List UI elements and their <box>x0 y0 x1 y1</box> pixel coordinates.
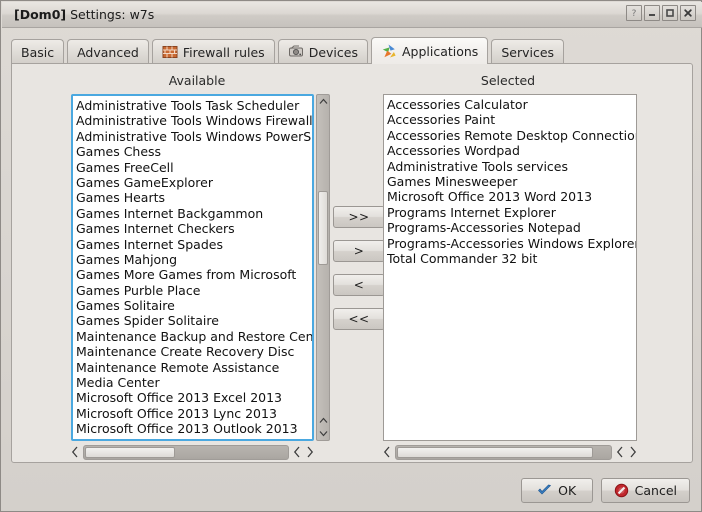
list-item[interactable]: Microsoft Office 2013 PowerPoint 2013 <box>76 437 312 439</box>
list-item[interactable]: Administrative Tools services <box>387 159 636 174</box>
tab-advanced-label: Advanced <box>77 44 139 60</box>
list-item[interactable]: Accessories Calculator <box>387 97 636 112</box>
tab-firewall-rules-label: Firewall rules <box>182 44 265 60</box>
svg-text:?: ? <box>632 9 637 18</box>
selected-list[interactable]: Accessories Calculator Accessories Paint A… <box>383 94 637 441</box>
hscroll-next-arrow-available[interactable] <box>306 446 314 460</box>
tab-advanced[interactable]: Advanced <box>67 39 149 64</box>
list-item[interactable]: Maintenance Backup and Restore Center <box>76 329 312 344</box>
check-icon <box>537 483 552 498</box>
tab-devices-label: Devices <box>308 44 358 60</box>
list-item[interactable]: Microsoft Office 2013 Word 2013 <box>387 189 636 204</box>
tab-basic[interactable]: Basic <box>11 39 65 64</box>
list-item[interactable]: Games Spider Solitaire <box>76 313 312 328</box>
list-item[interactable]: Games Internet Backgammon <box>76 206 312 221</box>
list-item[interactable]: Programs-Accessories Notepad <box>387 220 636 235</box>
list-item[interactable]: Games Chess <box>76 144 312 159</box>
ok-button[interactable]: OK <box>520 478 593 503</box>
window-title-domain: [Dom0] <box>14 7 67 22</box>
cancel-button-label: Cancel <box>634 483 677 498</box>
applications-panel: Available Selected Administrative Tools … <box>11 63 693 463</box>
hscroll-left-arrow-available[interactable] <box>71 446 79 460</box>
scroll-up-arrow-top[interactable] <box>317 95 329 108</box>
tab-services-label: Services <box>501 44 555 60</box>
list-item[interactable]: Games Minesweeper <box>387 174 636 189</box>
available-hscroll-trough[interactable] <box>83 445 289 460</box>
window-controls: ? <box>626 5 696 21</box>
add-all-button[interactable]: >> <box>333 206 385 228</box>
list-item[interactable]: Games Internet Checkers <box>76 221 312 236</box>
title-bar[interactable]: [Dom0] Settings: w7s ? <box>2 2 702 28</box>
list-item[interactable]: Programs-Accessories Windows Explorer <box>387 236 636 251</box>
list-item[interactable]: Games Hearts <box>76 190 312 205</box>
tab-firewall-rules[interactable]: Firewall rules <box>151 39 275 64</box>
settings-window: [Dom0] Settings: w7s ? Basic Advanced Fi… <box>0 0 702 512</box>
close-button[interactable] <box>680 5 696 21</box>
list-item[interactable]: Accessories Paint <box>387 112 636 127</box>
available-column-header: Available <box>168 73 226 88</box>
list-item[interactable]: Media Center <box>76 375 312 390</box>
remove-all-button[interactable]: << <box>333 308 385 330</box>
available-list-items: Administrative Tools Task Scheduler Admin… <box>73 96 312 439</box>
list-item[interactable]: Administrative Tools Windows PowerShell <box>76 129 312 144</box>
selected-list-horizontal-scrollbar[interactable] <box>383 444 637 461</box>
list-item[interactable]: Games Solitaire <box>76 298 312 313</box>
list-item[interactable]: Maintenance Create Recovery Disc <box>76 344 312 359</box>
tab-devices[interactable]: Devices <box>277 39 368 64</box>
selected-hscroll-trough[interactable] <box>395 445 612 460</box>
dialog-button-bar: OK Cancel <box>1 478 702 503</box>
selected-column-header: Selected <box>480 73 536 88</box>
tab-applications-label: Applications <box>401 43 479 59</box>
devices-icon <box>288 44 304 60</box>
list-item[interactable]: Maintenance Remote Assistance <box>76 360 312 375</box>
available-list-scroll-thumb[interactable] <box>318 191 328 265</box>
list-item[interactable]: Games Purble Place <box>76 283 312 298</box>
list-item[interactable]: Games Mahjong <box>76 252 312 267</box>
ok-button-label: OK <box>558 483 577 498</box>
help-button[interactable]: ? <box>626 5 642 21</box>
remove-button[interactable]: < <box>333 274 385 296</box>
available-hscroll-thumb[interactable] <box>85 447 175 458</box>
tab-services[interactable]: Services <box>491 39 565 64</box>
list-item[interactable]: Microsoft Office 2013 Outlook 2013 <box>76 421 312 436</box>
list-item[interactable]: Administrative Tools Windows Firewall <box>76 113 312 128</box>
list-item[interactable]: Games Internet Spades <box>76 237 312 252</box>
window-title-text: Settings: w7s <box>70 7 155 22</box>
list-item[interactable]: Games FreeCell <box>76 160 312 175</box>
cancel-icon <box>614 483 629 498</box>
transfer-button-group: >> > < << <box>333 206 385 330</box>
list-item[interactable]: Accessories Remote Desktop Connection <box>387 128 636 143</box>
brick-wall-icon <box>162 44 178 60</box>
hscroll-prev-arrow-available[interactable] <box>293 446 301 460</box>
applications-icon <box>381 43 397 59</box>
selected-hscroll-thumb[interactable] <box>397 447 593 458</box>
available-list[interactable]: Administrative Tools Task Scheduler Admin… <box>71 94 314 441</box>
selected-list-items: Accessories Calculator Accessories Paint A… <box>384 95 636 440</box>
list-item[interactable]: Accessories Wordpad <box>387 143 636 158</box>
maximize-button[interactable] <box>662 5 678 21</box>
list-item[interactable]: Games More Games from Microsoft <box>76 267 312 282</box>
available-list-vertical-scrollbar[interactable] <box>316 94 330 441</box>
available-list-horizontal-scrollbar[interactable] <box>71 444 314 461</box>
window-title: [Dom0] Settings: w7s <box>14 7 154 22</box>
cancel-button[interactable]: Cancel <box>600 478 690 503</box>
list-item[interactable]: Programs Internet Explorer <box>387 205 636 220</box>
hscroll-prev-arrow-selected[interactable] <box>616 446 624 460</box>
list-item[interactable]: Total Commander 32 bit <box>387 251 636 266</box>
list-item[interactable]: Microsoft Office 2013 Lync 2013 <box>76 406 312 421</box>
minimize-button[interactable] <box>644 5 660 21</box>
scroll-down-arrow-bottom[interactable] <box>317 427 329 440</box>
tab-applications[interactable]: Applications <box>370 37 489 64</box>
tab-basic-label: Basic <box>21 44 55 60</box>
scroll-up-arrow-bottom[interactable] <box>317 414 329 427</box>
list-item[interactable]: Administrative Tools Task Scheduler <box>76 98 312 113</box>
add-button[interactable]: > <box>333 240 385 262</box>
hscroll-next-arrow-selected[interactable] <box>629 446 637 460</box>
list-item[interactable]: Games GameExplorer <box>76 175 312 190</box>
list-item[interactable]: Microsoft Office 2013 Excel 2013 <box>76 390 312 405</box>
hscroll-left-arrow-selected[interactable] <box>383 446 391 460</box>
tab-strip: Basic Advanced Firewall rules Devices Ap… <box>11 37 567 64</box>
